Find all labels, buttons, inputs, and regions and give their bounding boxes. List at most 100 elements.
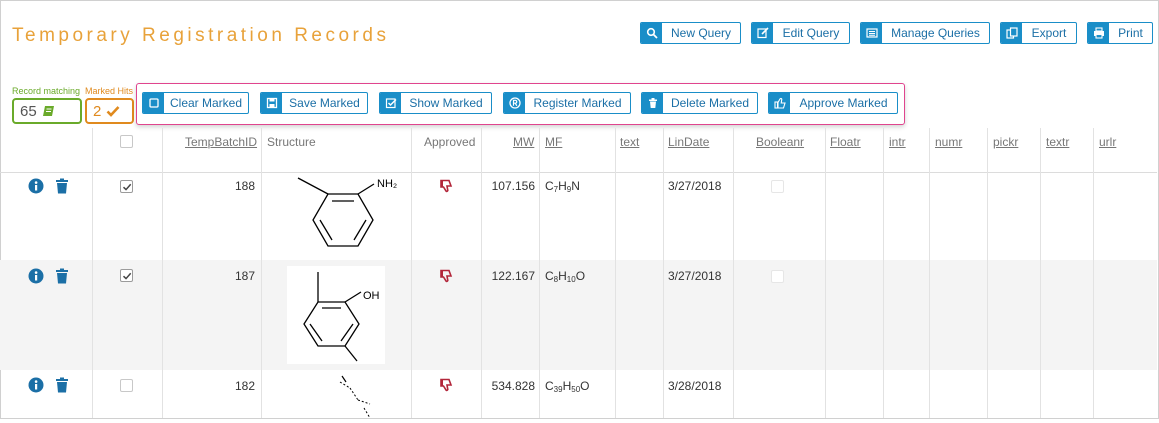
row-select-checkbox[interactable] <box>120 379 133 392</box>
manage-queries-button[interactable]: Manage Queries <box>860 22 990 44</box>
column-divider <box>987 128 988 418</box>
tempbatchid-value: 188 <box>234 179 255 193</box>
row-select-checkbox[interactable] <box>120 269 133 282</box>
edit-query-label: Edit Query <box>782 26 840 40</box>
thumbs-down-icon[interactable] <box>439 179 453 198</box>
trash-icon <box>642 93 663 113</box>
tempbatchid-value: 182 <box>234 379 255 393</box>
mf-value: C39H50O <box>545 379 590 394</box>
col-pickr[interactable]: pickr <box>993 135 1018 149</box>
lindate-value: 3/27/2018 <box>668 269 722 283</box>
col-intr[interactable]: intr <box>889 135 906 149</box>
checkbox-icon <box>380 93 401 113</box>
lindate-value: 3/27/2018 <box>668 179 722 193</box>
thumbs-up-icon <box>769 93 790 113</box>
trash-icon[interactable] <box>55 377 69 398</box>
table-row: 188 NH₂ 107.156 C7H9N 3/27/2018 <box>0 172 1157 260</box>
mf-value: C7H9N <box>545 179 580 194</box>
hydroxyl-label: OH <box>363 290 380 302</box>
column-divider <box>481 128 482 418</box>
export-label: Export <box>1031 26 1067 40</box>
approve-marked-button[interactable]: Approve Marked <box>768 92 898 114</box>
col-structure: Structure <box>267 135 316 149</box>
column-divider <box>539 128 540 418</box>
print-button[interactable]: Print <box>1087 22 1153 44</box>
column-divider <box>411 128 412 418</box>
export-button[interactable]: Export <box>1000 22 1077 44</box>
new-query-label: New Query <box>670 26 732 40</box>
info-icon[interactable] <box>28 268 44 289</box>
show-marked-button[interactable]: Show Marked <box>379 92 492 114</box>
col-text[interactable]: text <box>620 135 639 149</box>
record-matching-count: 65 <box>20 102 37 120</box>
column-divider <box>929 128 930 418</box>
page-title: Temporary Registration Records <box>12 25 390 46</box>
table-row: 182 534.828 C39H50O 3/28/2018 <box>0 370 1157 419</box>
manage-queries-label: Manage Queries <box>891 26 980 40</box>
col-approved: Approved <box>424 135 476 149</box>
mw-value: 534.828 <box>491 379 535 393</box>
table-header: TempBatchID Structure Approved MW MF tex… <box>0 128 1157 173</box>
show-marked-label: Show Marked <box>409 96 483 110</box>
col-tempbatchid[interactable]: TempBatchID <box>185 135 257 149</box>
record-matching-label: Record matching <box>12 86 81 96</box>
tempbatchid-value: 187 <box>234 269 255 283</box>
select-all-checkbox[interactable] <box>120 135 133 148</box>
delete-marked-button[interactable]: Delete Marked <box>641 92 758 114</box>
info-icon[interactable] <box>28 178 44 199</box>
column-divider <box>615 128 616 418</box>
registered-icon <box>504 93 525 113</box>
list-icon <box>861 23 882 43</box>
table-row: 187 OH 122.167 C8H10O 3/27/2018 <box>0 260 1157 370</box>
print-label: Print <box>1118 26 1143 40</box>
column-divider <box>162 128 163 418</box>
col-mf[interactable]: MF <box>545 135 562 149</box>
trash-icon[interactable] <box>55 268 69 289</box>
new-query-button[interactable]: New Query <box>640 22 741 44</box>
search-icon <box>641 23 662 43</box>
thumbs-down-icon[interactable] <box>439 378 453 397</box>
book-icon <box>42 105 55 117</box>
trash-icon[interactable] <box>55 178 69 199</box>
column-divider <box>92 128 93 418</box>
col-mw[interactable]: MW <box>513 135 534 149</box>
clear-marked-button[interactable]: Clear Marked <box>142 92 249 114</box>
col-floatr[interactable]: Floatr <box>830 135 861 149</box>
column-divider <box>1093 128 1094 418</box>
mw-value: 122.167 <box>491 269 535 283</box>
save-icon <box>261 93 282 113</box>
check-icon <box>106 105 120 117</box>
register-marked-label: Register Marked <box>533 96 622 110</box>
thumbs-down-icon[interactable] <box>439 269 453 288</box>
col-lindate[interactable]: LinDate <box>668 135 709 149</box>
column-divider <box>261 128 262 418</box>
booleanr-checkbox <box>771 270 784 283</box>
delete-marked-label: Delete Marked <box>670 96 750 110</box>
structure-image <box>330 374 380 419</box>
structure-image: OH <box>287 266 385 364</box>
record-matching-count-box: 65 <box>12 98 82 124</box>
save-marked-button[interactable]: Save Marked <box>260 92 368 114</box>
edit-icon <box>752 23 773 43</box>
amine-label: NH₂ <box>377 178 398 190</box>
column-divider <box>883 128 884 418</box>
column-divider <box>733 128 734 418</box>
col-booleanr[interactable]: Booleanr <box>756 135 804 149</box>
column-divider <box>825 128 826 418</box>
mw-value: 107.156 <box>491 179 535 193</box>
info-icon[interactable] <box>28 377 44 398</box>
col-numr[interactable]: numr <box>935 135 962 149</box>
row-select-checkbox[interactable] <box>120 180 133 193</box>
col-urlr[interactable]: urlr <box>1099 135 1116 149</box>
save-marked-label: Save Marked <box>289 96 360 110</box>
print-icon <box>1088 23 1109 43</box>
col-textr[interactable]: textr <box>1046 135 1069 149</box>
copy-icon <box>1001 23 1022 43</box>
square-icon <box>143 93 164 113</box>
edit-query-button[interactable]: Edit Query <box>751 22 850 44</box>
marked-hits-count-box[interactable]: 2 <box>85 98 134 124</box>
booleanr-checkbox <box>771 180 784 193</box>
clear-marked-label: Clear Marked <box>170 96 243 110</box>
register-marked-button[interactable]: Register Marked <box>503 92 631 114</box>
lindate-value: 3/28/2018 <box>668 379 722 393</box>
